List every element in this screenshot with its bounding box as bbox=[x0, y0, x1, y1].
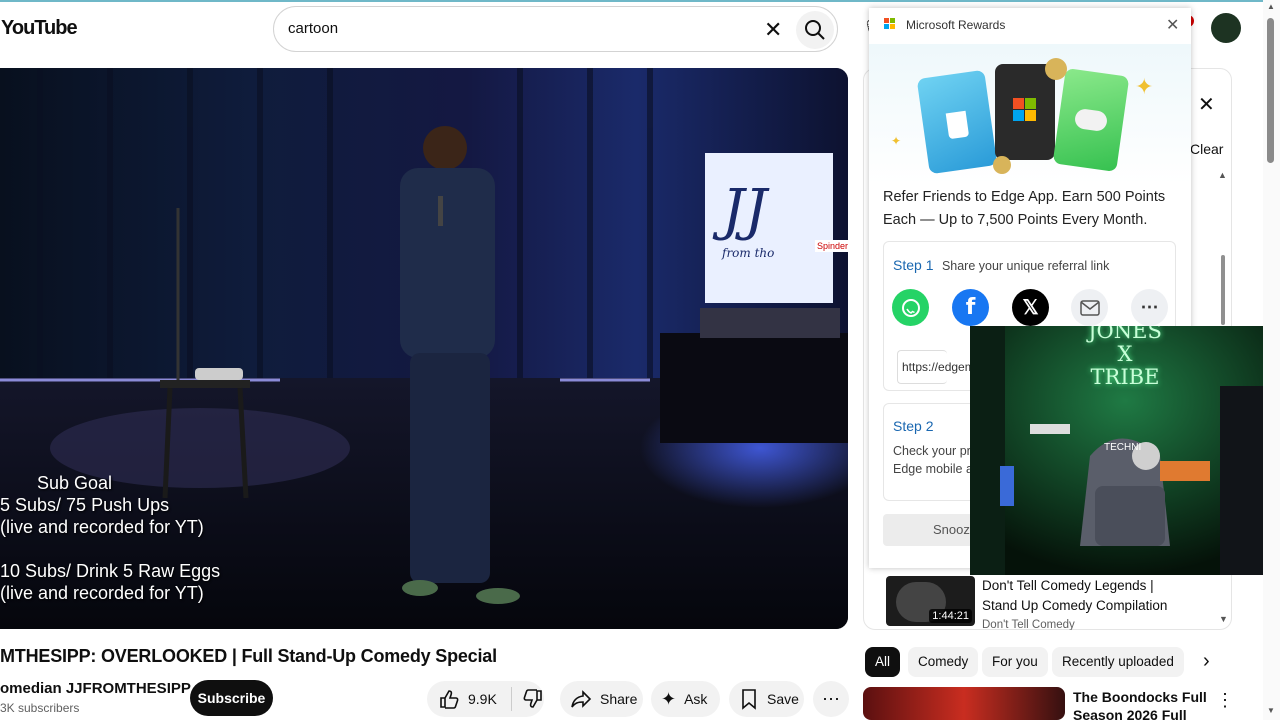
ask-button[interactable]: ✦ Ask bbox=[651, 681, 720, 717]
overlay-line: 10 Subs/ Drink 5 Raw Eggs bbox=[0, 560, 220, 582]
next-video-title[interactable]: The Boondocks Full Season 2026 Full bbox=[1073, 688, 1223, 724]
coin-icon bbox=[993, 156, 1011, 174]
overlay-line: (live and recorded for YT) bbox=[0, 516, 220, 538]
sparkle-icon: ✦ bbox=[661, 689, 676, 710]
stage-sign: JJ bbox=[722, 178, 767, 243]
search-button[interactable] bbox=[796, 11, 834, 49]
recommendation-channel[interactable]: Don't Tell Comedy bbox=[982, 619, 1075, 630]
video-duration: 1:44:21 bbox=[929, 609, 972, 623]
like-button[interactable]: 9.9K bbox=[438, 688, 497, 710]
chevron-right-icon[interactable]: › bbox=[1203, 650, 1210, 673]
share-button[interactable]: Share bbox=[560, 681, 643, 717]
video-player[interactable]: JJ from tho Spinder Sub Goal 5 Subs/ 75 … bbox=[0, 68, 848, 629]
overlay-line: (live and recorded for YT) bbox=[0, 582, 220, 604]
step1-label: Step 1 bbox=[893, 257, 933, 273]
dislike-button[interactable] bbox=[522, 688, 544, 710]
bookmark-icon bbox=[739, 688, 759, 710]
rewards-header: Microsoft Rewards ✕ bbox=[869, 8, 1191, 44]
recommendation-title[interactable]: Don't Tell Comedy Legends | Stand Up Com… bbox=[982, 576, 1192, 616]
more-vertical-icon[interactable]: ⋮ bbox=[1216, 690, 1234, 711]
microsoft-logo-icon bbox=[884, 18, 896, 30]
ask-label: Ask bbox=[684, 691, 707, 707]
thumbs-up-icon bbox=[438, 688, 460, 710]
whatsapp-icon[interactable] bbox=[892, 289, 929, 326]
scroll-thumb[interactable] bbox=[1267, 18, 1274, 163]
youtube-logo[interactable]: YouTube bbox=[1, 17, 77, 40]
clear-button[interactable]: Clear bbox=[1190, 141, 1223, 157]
mail-icon[interactable] bbox=[1071, 289, 1108, 326]
next-video-thumbnail[interactable] bbox=[863, 687, 1065, 720]
stream-sign: JONES X TRIBE bbox=[1070, 326, 1180, 389]
step2-description: Check your pr Edge mobile a bbox=[893, 444, 973, 476]
share-icon bbox=[570, 688, 592, 710]
search-input[interactable]: cartoon bbox=[288, 20, 338, 37]
overlay-line: Sub Goal bbox=[0, 472, 220, 494]
facebook-icon[interactable]: f bbox=[952, 289, 989, 326]
channel-name[interactable]: omedian JJFROMTHESIPP bbox=[0, 680, 191, 697]
avatar[interactable] bbox=[1211, 13, 1241, 43]
window-border bbox=[0, 0, 1280, 2]
scroll-down-icon[interactable]: ▼ bbox=[1219, 614, 1228, 624]
clear-search-icon[interactable]: ✕ bbox=[764, 17, 782, 43]
chair-label: TECHNI bbox=[1104, 442, 1141, 453]
step1-title: Step 1 Share your unique referral link bbox=[893, 257, 1109, 275]
step1-description: Share your unique referral link bbox=[942, 259, 1109, 273]
share-label: Share bbox=[600, 691, 637, 707]
overlay-line: 5 Subs/ 75 Push Ups bbox=[0, 494, 220, 516]
search-box[interactable]: cartoon ✕ bbox=[273, 6, 838, 52]
step2-label: Step 2 bbox=[893, 418, 933, 434]
x-icon[interactable]: 𝕏 bbox=[1012, 289, 1049, 326]
more-actions-button[interactable]: ⋯ bbox=[813, 681, 849, 717]
panel-scrollbar[interactable] bbox=[1221, 255, 1225, 325]
chip-recently-uploaded[interactable]: Recently uploaded bbox=[1052, 647, 1184, 677]
like-count: 9.9K bbox=[468, 691, 497, 707]
stage-sign-subtext: from tho bbox=[722, 246, 774, 260]
overlay-text: Sub Goal 5 Subs/ 75 Push Ups (live and r… bbox=[0, 472, 220, 604]
chip-all[interactable]: All bbox=[865, 647, 900, 677]
coffee-gift-card bbox=[917, 70, 998, 175]
sparkle-icon: ✦ bbox=[891, 134, 901, 148]
overlay-spacer bbox=[0, 538, 220, 560]
microsoft-gift-card bbox=[995, 64, 1055, 160]
thumbs-down-icon bbox=[522, 688, 544, 710]
step2-description-line: Edge mobile a bbox=[893, 462, 973, 476]
more-horizontal-icon[interactable]: ⋯ bbox=[1131, 289, 1168, 326]
webcam-overlay: JONES X TRIBE TECHNI bbox=[970, 326, 1280, 575]
scroll-up-icon[interactable]: ▲ bbox=[1218, 170, 1227, 180]
subscribe-button[interactable]: Subscribe bbox=[190, 680, 273, 716]
like-dislike-group: 9.9K bbox=[427, 681, 544, 717]
rewards-promo-text: Refer Friends to Edge App. Earn 500 Poin… bbox=[883, 186, 1183, 232]
save-button[interactable]: Save bbox=[729, 681, 804, 717]
scroll-up-icon[interactable]: ▲ bbox=[1267, 2, 1275, 11]
sparkle-icon: ✦ bbox=[1135, 74, 1153, 100]
save-label: Save bbox=[767, 691, 799, 707]
referral-link-field[interactable]: https://edgem bbox=[897, 350, 947, 384]
rewards-banner: ✦ ✦ bbox=[869, 44, 1191, 184]
more-horizontal-icon: ⋯ bbox=[822, 689, 840, 710]
stage-sticker: Spinder bbox=[815, 240, 848, 252]
snooze-button[interactable]: Snooze bbox=[883, 514, 973, 546]
recommendation-thumbnail[interactable]: 1:44:21 bbox=[886, 576, 975, 626]
chip-comedy[interactable]: Comedy bbox=[908, 647, 978, 677]
rewards-title: Microsoft Rewards bbox=[906, 18, 1005, 32]
subscriber-count: 3K subscribers bbox=[0, 701, 79, 715]
close-icon[interactable]: ✕ bbox=[1198, 92, 1215, 117]
video-title: MTHESIPP: OVERLOOKED | Full Stand-Up Com… bbox=[0, 646, 497, 667]
scroll-down-icon[interactable]: ▼ bbox=[1267, 706, 1275, 715]
search-icon bbox=[796, 11, 834, 49]
xbox-gift-card bbox=[1053, 68, 1130, 172]
coin-icon bbox=[1045, 58, 1067, 80]
page-scrollbar[interactable]: ▲ ▼ bbox=[1263, 0, 1280, 720]
close-icon[interactable]: ✕ bbox=[1166, 15, 1179, 35]
chip-for-you[interactable]: For you bbox=[982, 647, 1048, 677]
step2-description-line: Check your pr bbox=[893, 444, 973, 458]
